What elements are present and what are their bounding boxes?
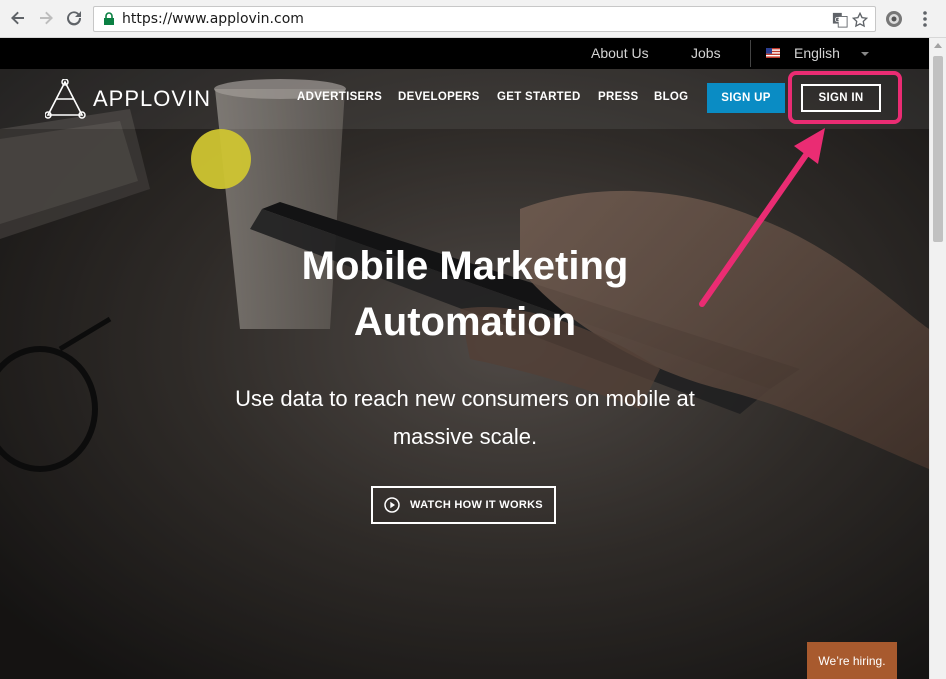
- hiring-badge[interactable]: We’re hiring.: [807, 642, 897, 679]
- nav-get-started[interactable]: GET STARTED: [497, 91, 581, 103]
- us-flag-icon: [766, 48, 780, 58]
- logo-text[interactable]: APPLOVIN: [93, 86, 211, 112]
- nav-advertisers[interactable]: ADVERTISERS: [297, 91, 382, 103]
- page-viewport: About Us Jobs English APPLOVIN ADVERTISE…: [0, 38, 929, 679]
- sign-up-button[interactable]: SIGN UP: [707, 83, 785, 113]
- utility-bar: About Us Jobs English: [0, 38, 929, 69]
- svg-text:G: G: [835, 15, 841, 24]
- hero-title: Mobile Marketing Automation: [200, 238, 730, 350]
- divider: [750, 40, 751, 67]
- scrollbar[interactable]: [929, 38, 946, 679]
- hero-title-line2: Automation: [353, 300, 577, 344]
- lock-icon: [104, 12, 114, 25]
- translate-icon[interactable]: G: [831, 11, 849, 29]
- nav-blog[interactable]: BLOG: [654, 91, 688, 103]
- extension-icon[interactable]: [884, 9, 904, 29]
- language-select[interactable]: English: [794, 45, 840, 61]
- hero-title-line1: Mobile Marketing: [301, 244, 629, 288]
- browser-toolbar: https://www.applovin.com G: [0, 0, 946, 38]
- hero-subtitle-line1: Use data to reach new consumers on mobil…: [235, 386, 695, 411]
- chevron-down-icon[interactable]: [861, 52, 869, 56]
- reload-icon[interactable]: [64, 8, 84, 28]
- jobs-link[interactable]: Jobs: [691, 45, 721, 61]
- about-us-link[interactable]: About Us: [591, 45, 649, 61]
- back-icon[interactable]: [8, 8, 28, 28]
- url-text: https://www.applovin.com: [122, 11, 304, 27]
- play-icon: [384, 497, 400, 513]
- annotation-highlight: [788, 71, 902, 124]
- hero-subtitle: Use data to reach new consumers on mobil…: [200, 380, 730, 456]
- address-bar[interactable]: https://www.applovin.com G: [93, 6, 876, 32]
- scroll-up-icon[interactable]: [934, 43, 942, 48]
- menu-icon[interactable]: [918, 9, 932, 29]
- forward-icon[interactable]: [36, 8, 56, 28]
- star-icon[interactable]: [851, 11, 869, 29]
- watch-button-label: WATCH HOW IT WORKS: [410, 499, 543, 511]
- watch-how-it-works-button[interactable]: WATCH HOW IT WORKS: [371, 486, 556, 524]
- nav-developers[interactable]: DEVELOPERS: [398, 91, 480, 103]
- hero-subtitle-line2: massive scale.: [392, 424, 538, 449]
- scroll-thumb[interactable]: [933, 56, 943, 242]
- nav-press[interactable]: PRESS: [598, 91, 639, 103]
- yellow-dot-decoration: [191, 129, 251, 189]
